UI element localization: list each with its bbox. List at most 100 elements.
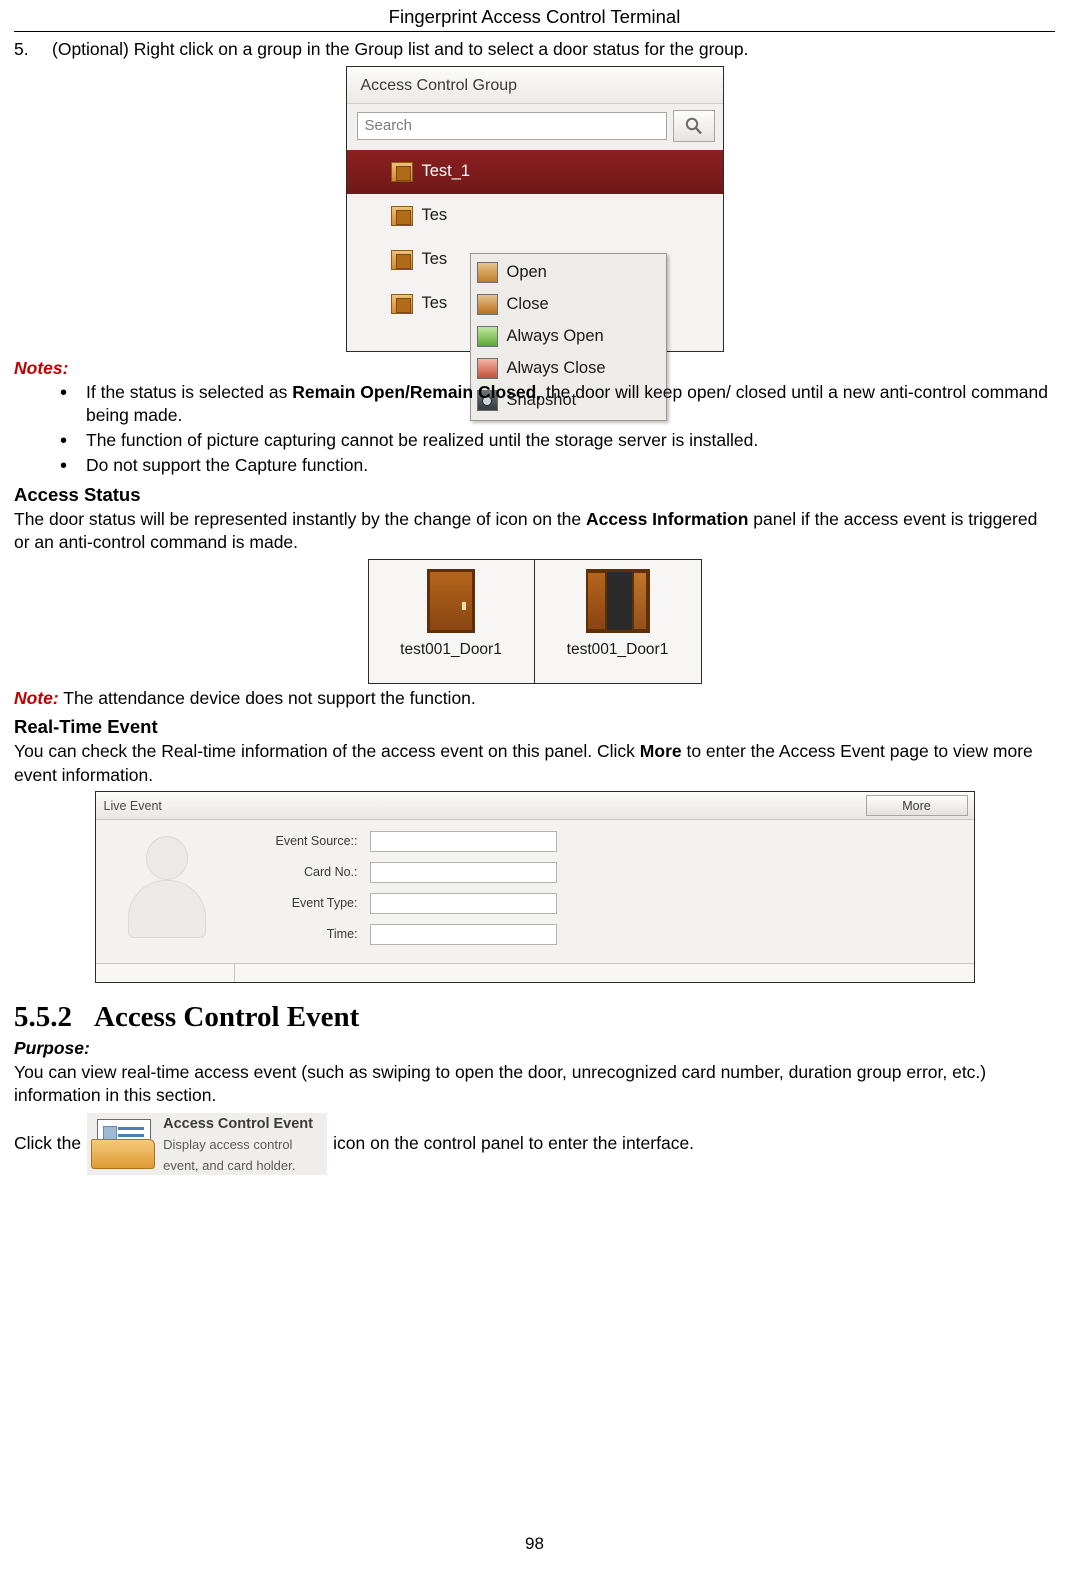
more-button[interactable]: More (865, 795, 968, 817)
always-open-icon (476, 326, 498, 348)
field-input[interactable] (369, 892, 557, 914)
card-folder-icon (91, 1117, 157, 1171)
magnifier-icon (685, 117, 702, 134)
search-input[interactable]: Search (356, 111, 667, 140)
click-prefix: Click the (14, 1133, 82, 1154)
card-line (118, 1133, 145, 1137)
figure-door-status-icons: test001_Door1 test001_Door1 (14, 559, 1055, 685)
live-event-footer (95, 963, 974, 983)
note-item-2: The function of picture capturing cannot… (60, 428, 1055, 455)
figure-access-control-group: Access Control Group Search Test_1 Tes T… (14, 65, 1055, 421)
page-header: Fingerprint Access Control Terminal (14, 0, 1055, 32)
search-row: Search (347, 104, 723, 150)
folder-graphic (91, 1138, 156, 1169)
footer-cell (96, 964, 235, 983)
group-label: Tes (421, 294, 448, 313)
paragraph-part1: You can check the Real-time information … (14, 741, 640, 762)
real-time-event-paragraph: You can check the Real-time information … (14, 740, 1055, 787)
door-open-icon (585, 569, 650, 634)
heading-real-time-event: Real-Time Event (14, 716, 158, 738)
note-text-bold: Remain Open/Remain Closed (292, 381, 537, 402)
notes-list: If the status is selected as Remain Open… (14, 380, 1055, 481)
access-control-group-panel: Access Control Group Search Test_1 Tes T… (345, 65, 724, 421)
group-label: Tes (421, 250, 448, 269)
document-page: Fingerprint Access Control Terminal 5. (… (0, 0, 1069, 1572)
context-menu-item-always-open[interactable]: Always Open (471, 321, 666, 353)
icon-title: Access Control Event (163, 1116, 313, 1133)
field-label: Time: (326, 927, 358, 942)
group-folder-icon (390, 249, 413, 270)
field-label: Event Type: (291, 896, 358, 911)
field-event-source: Event Source:: (246, 828, 974, 854)
click-suffix: icon on the control panel to enter the i… (333, 1133, 695, 1154)
click-icon-line: Click the Access Control Event Display a… (14, 1112, 1055, 1175)
field-input[interactable] (369, 923, 557, 945)
group-label: Test_1 (421, 162, 471, 181)
step-5: 5. (Optional) Right click on a group in … (14, 38, 1055, 62)
note-item-1: If the status is selected as Remain Open… (60, 380, 1055, 428)
access-status-paragraph: The door status will be represented inst… (14, 508, 1055, 555)
door-status-closed: test001_Door1 (367, 559, 535, 685)
note-text: The attendance device does not support t… (58, 688, 476, 709)
door-closed-icon (427, 569, 475, 634)
icon-text: Access Control Event Display access cont… (163, 1112, 323, 1174)
purpose-text: You can view real-time access event (suc… (14, 1062, 987, 1106)
paragraph-bold: Access Information (586, 508, 749, 529)
field-label: Card No.: (304, 865, 358, 880)
section-heading-552: 5.5.2 Access Control Event (14, 1001, 1055, 1034)
heading-access-status: Access Status (14, 483, 141, 505)
avatar-torso (127, 880, 206, 939)
purpose-label: Purpose: (14, 1038, 90, 1059)
access-control-event-icon[interactable]: Access Control Event Display access cont… (87, 1112, 328, 1175)
door-label: test001_Door1 (400, 641, 502, 659)
live-event-header: Live Event More (95, 792, 974, 821)
group-row[interactable]: Tes (347, 194, 723, 238)
note-label: Note: (14, 688, 59, 709)
step-text: (Optional) Right click on a group in the… (52, 39, 749, 59)
icon-desc-line1: Display access control (163, 1137, 293, 1153)
group-folder-icon (390, 293, 413, 314)
search-button[interactable] (672, 109, 715, 142)
always-close-icon (476, 358, 498, 380)
live-event-fields: Event Source:: Card No.: Event Type: Tim… (236, 828, 974, 963)
door-status-open: test001_Door1 (534, 559, 702, 685)
door-leaf-right (631, 571, 648, 632)
context-menu-item-open[interactable]: Open (471, 257, 666, 289)
panel-title: Access Control Group (346, 66, 723, 104)
paragraph-bold: More (639, 741, 682, 762)
note-item-3: Do not support the Capture function. (60, 453, 1055, 480)
card-line (118, 1126, 145, 1130)
field-card-no: Card No.: (246, 859, 974, 885)
page-number: 98 (525, 1534, 544, 1553)
field-time: Time: (246, 921, 974, 947)
field-input[interactable] (369, 830, 557, 852)
field-input[interactable] (369, 861, 557, 883)
access-status-note: Note: The attendance device does not sup… (14, 687, 1055, 710)
person-placeholder-icon (120, 834, 212, 939)
section-title: Access Control Event (94, 1001, 360, 1034)
field-event-type: Event Type: (246, 890, 974, 916)
context-menu-label: Always Open (506, 327, 604, 346)
note-text-part1: Do not support the Capture function. (86, 455, 369, 476)
context-menu-item-close[interactable]: Close (471, 289, 666, 321)
avatar-head (145, 836, 188, 881)
group-label: Tes (421, 206, 448, 225)
context-menu-label: Open (506, 263, 547, 282)
group-list[interactable]: Test_1 Tes Tes Tes Open Close Always Ope… (346, 149, 723, 421)
group-row-selected[interactable]: Test_1 (346, 149, 723, 194)
note-text-part1: If the status is selected as (86, 381, 293, 402)
live-event-panel: Live Event More Event Source:: Card No.:… (94, 791, 975, 984)
group-folder-icon (390, 161, 413, 182)
icon-desc-line2: event, and card holder. (163, 1158, 296, 1174)
context-menu-label: Always Close (506, 359, 606, 378)
field-label: Event Source:: (275, 834, 358, 849)
group-folder-icon (390, 205, 413, 226)
avatar (96, 828, 236, 963)
live-event-body: Event Source:: Card No.: Event Type: Tim… (96, 820, 974, 963)
paragraph-part1: The door status will be represented inst… (14, 508, 587, 529)
figure-live-event: Live Event More Event Source:: Card No.:… (14, 791, 1055, 984)
door-leaf-left (585, 571, 607, 632)
section-number: 5.5.2 (14, 1001, 72, 1034)
step-number: 5. (14, 39, 29, 59)
note-text-part1: The function of picture capturing cannot… (86, 430, 759, 451)
